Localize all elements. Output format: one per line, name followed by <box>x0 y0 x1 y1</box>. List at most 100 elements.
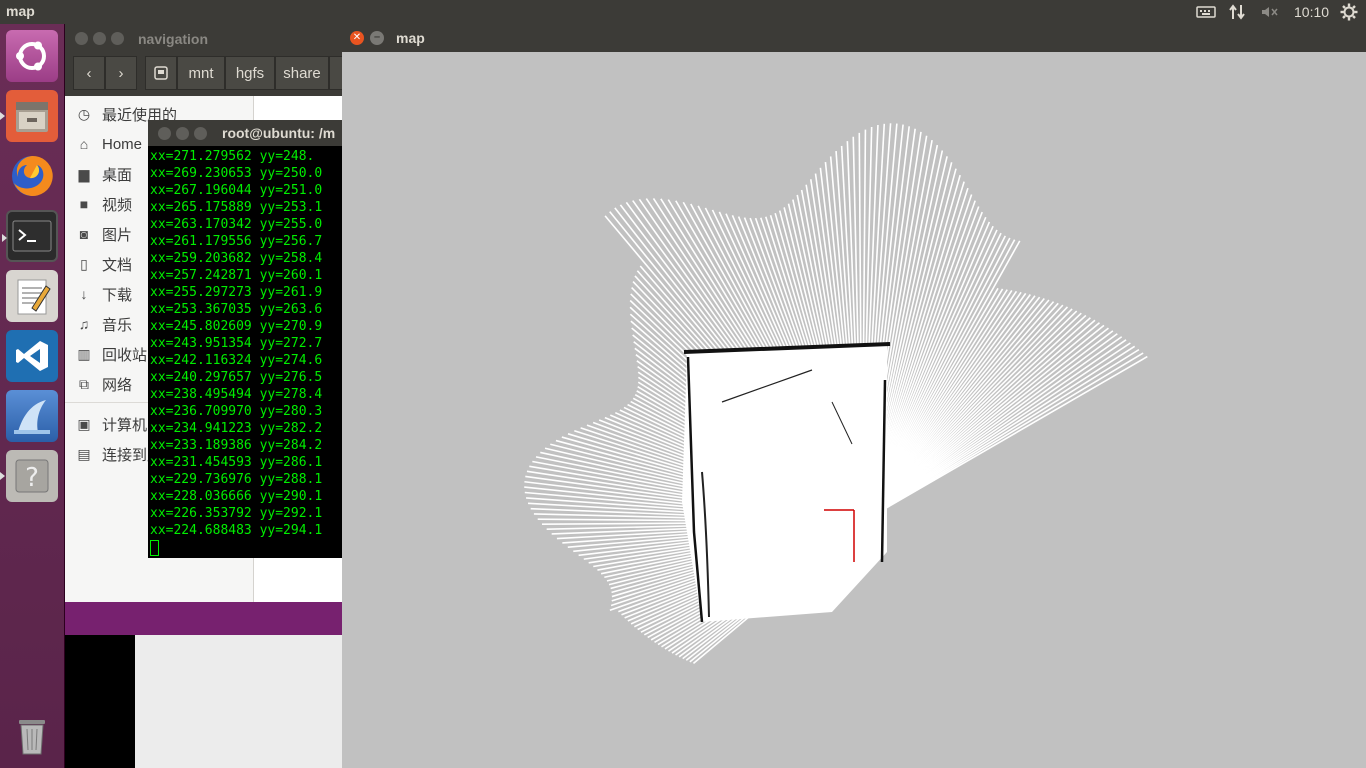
files-minimize-button[interactable] <box>93 32 106 45</box>
desktop-background <box>65 602 342 635</box>
background-window <box>135 635 342 768</box>
clock-icon: ◷ <box>77 105 91 122</box>
video-icon: ■ <box>79 196 89 212</box>
terminal-line: xx=257.242871 yy=260.1 <box>150 268 323 283</box>
terminal-icon[interactable] <box>2 210 58 262</box>
terminal-line: xx=259.203682 yy=258.4 <box>150 251 323 266</box>
svg-text:?: ? <box>25 463 39 493</box>
text-editor-icon[interactable] <box>6 270 58 322</box>
sidebar-item-desktop[interactable]: ▆ 桌面 <box>75 160 132 188</box>
terminal-line: xx=240.297657 yy=276.5 <box>150 370 323 385</box>
terminal-close-button[interactable] <box>158 127 171 140</box>
terminal-line: xx=233.189386 yy=284.2 <box>150 438 323 453</box>
sidebar-item-documents[interactable]: ▯ 文档 <box>75 250 132 278</box>
terminal-line: xx=261.179556 yy=256.7 <box>150 234 323 249</box>
sidebar-item-music[interactable]: ♫ 音乐 <box>75 310 132 338</box>
terminal-line: xx=228.036666 yy=290.1 <box>150 489 323 504</box>
terminal-line: xx=226.353792 yy=292.1 <box>150 506 323 521</box>
terminal-line: xx=238.495494 yy=278.4 <box>150 387 323 402</box>
document-icon: ▯ <box>80 255 88 272</box>
terminal-line: xx=224.688483 yy=294.1 <box>150 523 323 538</box>
files-headerbar: navigation ‹ › mnt hgfs share <box>65 24 355 96</box>
sidebar-item-label: 网络 <box>102 376 133 394</box>
back-button[interactable]: ‹ <box>73 56 105 90</box>
terminal-line: xx=263.170342 yy=255.0 <box>150 217 323 232</box>
terminal-window[interactable]: root@ubuntu: /m xx=271.279562 yy=248. xx=… <box>148 120 342 558</box>
files-maximize-button[interactable] <box>111 32 124 45</box>
sidebar-item-videos[interactable]: ■ 视频 <box>75 190 132 218</box>
map-window: ✕ – map <box>342 24 1366 768</box>
terminal-line: xx=242.116324 yy=274.6 <box>150 353 323 368</box>
sidebar-item-network[interactable]: ⧉ 网络 <box>75 370 132 398</box>
terminal-line: xx=234.941223 yy=282.2 <box>150 421 323 436</box>
terminal-output[interactable]: xx=271.279562 yy=248. xx=269.230653 yy=25… <box>148 146 342 556</box>
terminal-line: xx=271.279562 yy=248. <box>150 149 315 164</box>
sidebar-item-downloads[interactable]: ↓ 下载 <box>75 280 133 308</box>
home-icon: ⌂ <box>79 136 89 152</box>
terminal-minimize-button[interactable] <box>176 127 189 140</box>
sidebar-item-label: 文档 <box>102 256 133 274</box>
clock[interactable]: 10:10 <box>1294 0 1329 24</box>
vscode-icon[interactable] <box>6 330 58 382</box>
top-panel: map 10:10 <box>0 0 1366 24</box>
forward-button[interactable]: › <box>105 56 137 90</box>
sidebar-item-trash[interactable]: ▥ 回收站 <box>75 340 147 368</box>
path-root-icon[interactable] <box>145 56 177 90</box>
desktop-background <box>65 635 135 768</box>
terminal-line: xx=229.736976 yy=288.1 <box>150 472 323 487</box>
map-close-button[interactable]: ✕ <box>350 31 364 45</box>
settings-gear-icon[interactable] <box>1340 0 1360 24</box>
sidebar-item-label: 桌面 <box>102 166 133 184</box>
sidebar-item-label: 图片 <box>102 226 133 244</box>
terminal-headerbar: root@ubuntu: /m <box>148 120 342 146</box>
sidebar-item-label: 下载 <box>102 286 133 304</box>
terminal-line: xx=231.454593 yy=286.1 <box>150 455 323 470</box>
terminal-line: xx=265.175889 yy=253.1 <box>150 200 323 215</box>
terminal-line: xx=245.802609 yy=270.9 <box>150 319 323 334</box>
path-segment[interactable]: hgfs <box>225 56 275 90</box>
volume-muted-icon[interactable] <box>1260 0 1280 24</box>
network-icon[interactable] <box>1228 0 1248 24</box>
files-window-title: navigation <box>138 31 209 47</box>
terminal-line: xx=253.367035 yy=263.6 <box>150 302 323 317</box>
computer-icon: ▣ <box>77 415 91 432</box>
terminal-cursor <box>150 539 159 556</box>
help-icon[interactable]: ? <box>0 450 58 502</box>
keyboard-icon[interactable] <box>1196 0 1216 24</box>
launcher: ? <box>0 24 64 768</box>
sidebar-item-label: 视频 <box>102 196 133 214</box>
map-minimize-button[interactable]: – <box>370 31 384 45</box>
active-app-title: map <box>6 3 35 19</box>
firefox-icon[interactable] <box>6 150 58 202</box>
sidebar-item-label: Home <box>102 135 143 153</box>
sidebar-item-label: 回收站 <box>102 346 148 364</box>
terminal-line: xx=243.951354 yy=272.7 <box>150 336 323 351</box>
camera-icon: ◙ <box>79 226 89 242</box>
sidebar-item-computer[interactable]: ▣ 计算机 <box>75 410 147 438</box>
ubuntu-dash-icon[interactable] <box>6 30 58 82</box>
wireshark-icon[interactable] <box>6 390 58 442</box>
server-icon: ▤ <box>77 445 91 462</box>
occupancy-map[interactable] <box>342 52 1366 768</box>
terminal-line: xx=255.297273 yy=261.9 <box>150 285 323 300</box>
terminal-line: xx=267.196044 yy=251.0 <box>150 183 323 198</box>
sidebar-item-home[interactable]: ⌂ Home <box>75 130 142 158</box>
free-space-region <box>682 342 887 622</box>
terminal-line: xx=236.709970 yy=280.3 <box>150 404 323 419</box>
files-icon[interactable] <box>0 90 58 142</box>
folder-icon: ▆ <box>78 165 90 182</box>
trash-icon: ▥ <box>77 345 91 362</box>
path-segment[interactable]: mnt <box>177 56 225 90</box>
sidebar-item-label: 计算机 <box>102 416 148 434</box>
map-headerbar: ✕ – map <box>342 24 1366 52</box>
terminal-maximize-button[interactable] <box>194 127 207 140</box>
trash-icon[interactable] <box>6 710 58 762</box>
path-segment[interactable]: share <box>275 56 329 90</box>
music-icon: ♫ <box>78 316 90 332</box>
download-icon: ↓ <box>80 286 88 302</box>
sidebar-item-pictures[interactable]: ◙ 图片 <box>75 220 132 248</box>
terminal-line: xx=269.230653 yy=250.0 <box>150 166 323 181</box>
network-icon: ⧉ <box>79 375 89 392</box>
map-window-title: map <box>396 30 425 46</box>
files-close-button[interactable] <box>75 32 88 45</box>
